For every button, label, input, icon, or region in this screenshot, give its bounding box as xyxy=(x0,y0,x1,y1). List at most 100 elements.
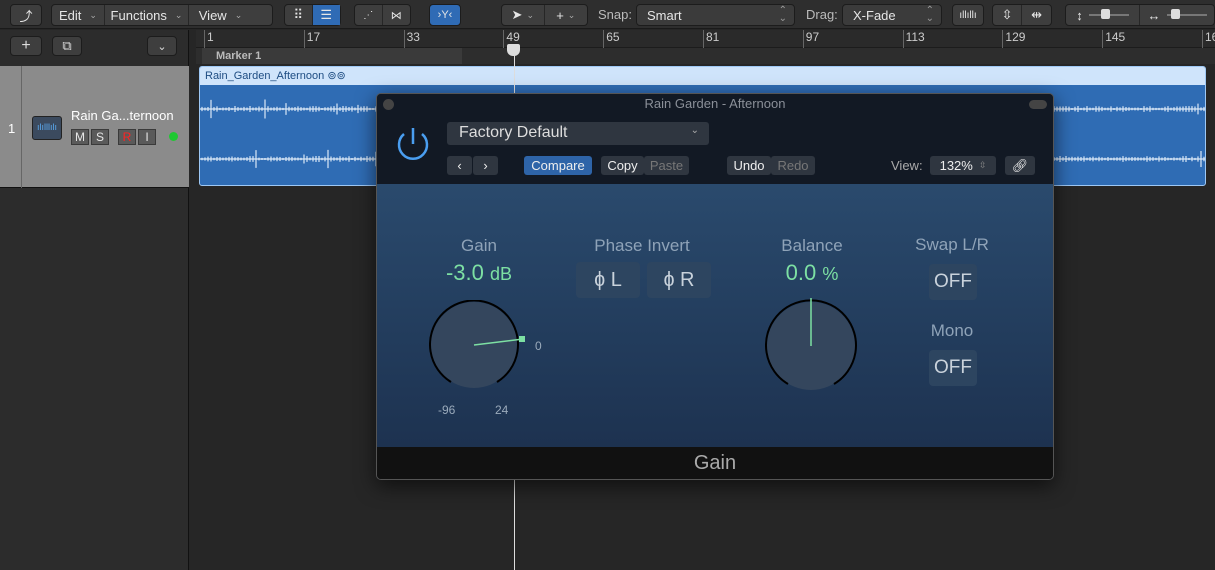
list-view-button[interactable]: ☰ xyxy=(312,5,340,25)
vertical-zoom-icon: ↕ xyxy=(1076,7,1083,23)
gain-zero-label: 0 xyxy=(535,339,542,353)
view-zoom-select[interactable]: 132% ⇳ xyxy=(930,156,996,175)
vertical-zoom-slider[interactable]: ↕ xyxy=(1066,5,1141,25)
phase-invert-label: Phase Invert xyxy=(594,236,690,255)
record-enable-button[interactable]: R xyxy=(118,129,136,145)
plugin-window-title: Rain Garden - Afternoon xyxy=(644,96,786,111)
collapse-icon: ⌄ xyxy=(157,40,167,53)
ruler-bar-label: 1 xyxy=(204,30,214,48)
input-monitor-button[interactable]: I xyxy=(138,129,156,145)
automation-button[interactable]: ⋰ xyxy=(355,5,383,25)
updown-icon: ⇳ xyxy=(978,160,987,170)
balance-knob[interactable] xyxy=(765,298,860,393)
phase-icon: ɸ xyxy=(663,268,675,291)
crosshair-tool-menu[interactable]: + ⌄ xyxy=(545,5,587,25)
horizontal-zoom-slider[interactable]: ↔ xyxy=(1140,5,1214,25)
grid-icon: ⠿ xyxy=(293,7,304,22)
toolbar: ⤴ Edit ⌄ Functions ⌄ View ⌄ ⠿ ☰ ⋰ ⋈ ›Y‹ ➤ ⌄ … xyxy=(0,0,1215,29)
track-number: 1 xyxy=(0,66,22,188)
back-arrow-icon: ⤴ xyxy=(19,8,33,24)
plugin-header: Rain Garden - Afternoon Factory Default ⌄… xyxy=(377,94,1053,184)
gain-max-label: 24 xyxy=(495,403,509,417)
chevron-right-icon: › xyxy=(483,158,488,173)
waveform-icon: ıllıllı xyxy=(959,9,977,21)
snap-select[interactable]: Smart ⌃ ⌄ xyxy=(636,4,795,26)
drag-select[interactable]: X-Fade ⌃ ⌄ xyxy=(842,4,942,26)
back-button[interactable]: ⤴ xyxy=(10,4,42,26)
catch-playhead-button[interactable]: ›Y‹ xyxy=(429,4,461,26)
ruler[interactable]: 117334965819711312914516 xyxy=(196,30,1215,48)
balance-value[interactable]: 0.0 % xyxy=(752,260,872,286)
previous-preset-button[interactable]: ‹ xyxy=(447,156,472,175)
phase-invert-left-button[interactable]: ɸ L xyxy=(576,262,640,298)
edit-menu[interactable]: Edit ⌄ xyxy=(52,5,105,25)
snap-label: Snap: xyxy=(598,7,632,22)
copy-button[interactable]: Copy xyxy=(601,156,644,175)
balance-number: 0.0 xyxy=(785,260,817,285)
vertical-fit-button[interactable]: ⇳ xyxy=(993,5,1023,25)
functions-menu[interactable]: Functions ⌄ xyxy=(105,5,189,25)
track-header[interactable]: 1 ılılllılı Rain Ga...ternoon xyxy=(0,66,189,188)
chevron-down-icon: ⌄ xyxy=(526,9,534,20)
ruler-bar-label: 113 xyxy=(902,30,925,48)
undo-button[interactable]: Undo xyxy=(727,156,771,175)
phase-r-label: R xyxy=(680,268,695,291)
phase-invert-right-button[interactable]: ɸ R xyxy=(647,262,711,298)
flex-icon: ⋈ xyxy=(390,9,402,22)
horizontal-zoom-icon: ↔ xyxy=(1147,7,1161,23)
ruler-bar-label: 16 xyxy=(1202,30,1215,48)
plus-icon: + xyxy=(21,37,31,54)
flex-button[interactable]: ⋈ xyxy=(383,5,410,25)
ruler-bar-label: 129 xyxy=(1002,30,1025,48)
duplicate-track-button[interactable]: ⧉ xyxy=(52,36,82,56)
redo-button[interactable]: Redo xyxy=(771,156,815,175)
chevron-down-icon: ⌄ xyxy=(690,125,699,136)
region-title-bar: Rain_Garden_Afternoon ⊚⊚ xyxy=(200,67,1205,85)
preset-dropdown[interactable]: Factory Default ⌄ xyxy=(447,122,709,145)
gain-min-label: -96 xyxy=(438,403,456,417)
marker-track[interactable]: Marker 1 xyxy=(196,48,1215,64)
gain-value[interactable]: -3.0 dB xyxy=(419,260,539,286)
track-name[interactable]: Rain Ga...ternoon xyxy=(71,108,174,123)
preset-value: Factory Default xyxy=(459,124,568,141)
swap-lr-label: Swap L/R xyxy=(915,235,989,254)
plugin-footer: Gain xyxy=(377,447,1053,479)
add-track-button[interactable]: + xyxy=(10,36,42,56)
grid-view-button[interactable]: ⠿ xyxy=(285,5,313,25)
pointer-tool-menu[interactable]: ➤ ⌄ xyxy=(502,5,545,25)
chevron-down-icon: ⌄ xyxy=(89,9,97,20)
chevron-left-icon: ‹ xyxy=(457,158,462,173)
phase-icon: ɸ xyxy=(594,268,606,291)
view-menu[interactable]: View ⌄ xyxy=(189,5,252,25)
link-icon: 🔗︎ xyxy=(1011,157,1029,173)
next-preset-button[interactable]: › xyxy=(473,156,498,175)
marker-1[interactable]: Marker 1 xyxy=(202,48,462,64)
crosshair-icon: + xyxy=(556,7,564,23)
mono-toggle[interactable]: OFF xyxy=(929,350,977,386)
solo-button[interactable]: S xyxy=(91,129,109,145)
balance-label: Balance xyxy=(781,236,843,255)
audio-track-icon: ılılllılı xyxy=(32,116,62,140)
power-icon[interactable] xyxy=(393,124,433,164)
ruler-bar-label: 145 xyxy=(1102,30,1125,48)
ruler-bar-label: 33 xyxy=(403,30,420,48)
horizontal-fit-button[interactable]: ⇹ xyxy=(1022,5,1051,25)
gain-unit: dB xyxy=(490,264,513,284)
duplicate-icon: ⧉ xyxy=(62,38,72,53)
gain-knob[interactable] xyxy=(429,300,529,400)
view-label: View xyxy=(198,7,227,23)
ruler-bar-label: 81 xyxy=(703,30,719,48)
track-activity-led xyxy=(169,132,178,141)
global-tracks-button[interactable]: ⌄ xyxy=(147,36,177,56)
link-button[interactable]: 🔗︎ xyxy=(1005,156,1035,175)
window-resize-button[interactable] xyxy=(1029,100,1047,109)
waveform-zoom-button[interactable]: ıllıllı xyxy=(952,4,984,26)
paste-button[interactable]: Paste xyxy=(644,156,689,175)
edit-label: Edit xyxy=(59,7,82,23)
region-name: Rain_Garden_Afternoon xyxy=(205,70,325,82)
compare-button[interactable]: Compare xyxy=(524,156,592,175)
swap-lr-toggle[interactable]: OFF xyxy=(929,264,977,300)
horizontal-fit-icon: ⇹ xyxy=(1031,7,1042,22)
mute-button[interactable]: M xyxy=(71,129,89,145)
updown-icon: ⌃ ⌄ xyxy=(925,5,934,24)
